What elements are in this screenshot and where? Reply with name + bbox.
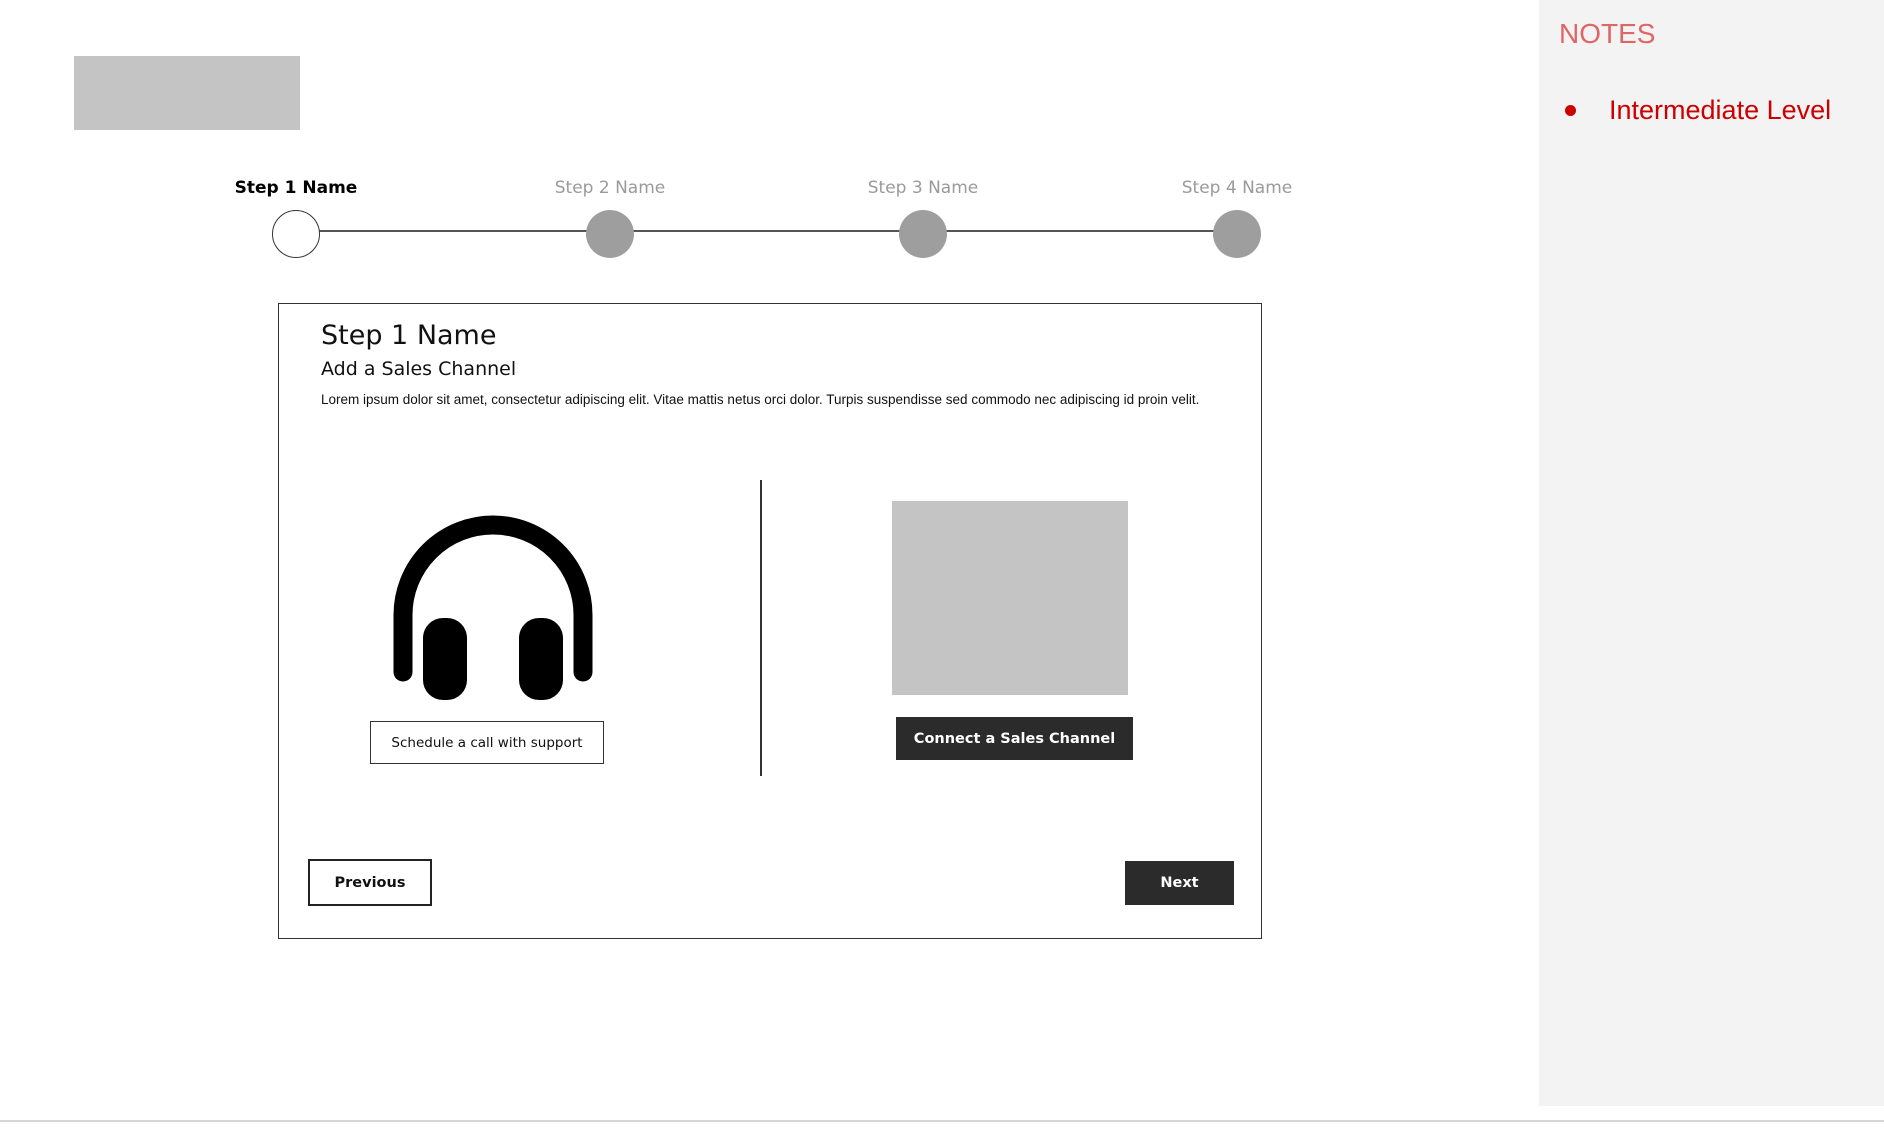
step-label: Step 2 Name (554, 178, 666, 198)
notes-title: NOTES (1559, 18, 1656, 49)
step-indicator-active (272, 210, 320, 258)
logo-placeholder (74, 56, 300, 130)
step-4[interactable]: Step 4 Name (1157, 176, 1317, 258)
notes-panel: NOTES Intermediate Level (1539, 0, 1884, 1106)
card-description: Lorem ipsum dolor sit amet, consectetur … (321, 392, 1200, 407)
step-label: Step 4 Name (1181, 178, 1293, 198)
card-title: Step 1 Name (321, 320, 497, 351)
bullet-icon (1565, 105, 1576, 116)
card-subtitle: Add a Sales Channel (321, 358, 517, 380)
notes-list: Intermediate Level (1539, 92, 1831, 128)
notes-item-text: Intermediate Level (1609, 95, 1832, 125)
connect-sales-channel-button[interactable]: Connect a Sales Channel (896, 717, 1133, 760)
previous-button[interactable]: Previous (308, 859, 432, 906)
headphones-icon (393, 515, 593, 700)
next-button[interactable]: Next (1125, 861, 1234, 905)
step-2[interactable]: Step 2 Name (530, 176, 690, 258)
progress-stepper: Step 1 Name Step 2 Name Step 3 Name Step… (200, 176, 1360, 266)
step-indicator (899, 210, 947, 258)
notes-item: Intermediate Level (1539, 92, 1831, 128)
stepper-connector-line (296, 230, 1236, 232)
step-1[interactable]: Step 1 Name (216, 176, 376, 258)
step-label: Step 3 Name (867, 178, 979, 198)
step-card: Step 1 Name Add a Sales Channel Lorem ip… (278, 303, 1262, 939)
step-label: Step 1 Name (234, 178, 358, 198)
step-indicator (1213, 210, 1261, 258)
bottom-divider (0, 1120, 1884, 1122)
step-indicator (586, 210, 634, 258)
schedule-call-button[interactable]: Schedule a call with support (370, 721, 604, 764)
step-3[interactable]: Step 3 Name (843, 176, 1003, 258)
option-divider (760, 480, 762, 776)
image-placeholder (892, 501, 1128, 695)
